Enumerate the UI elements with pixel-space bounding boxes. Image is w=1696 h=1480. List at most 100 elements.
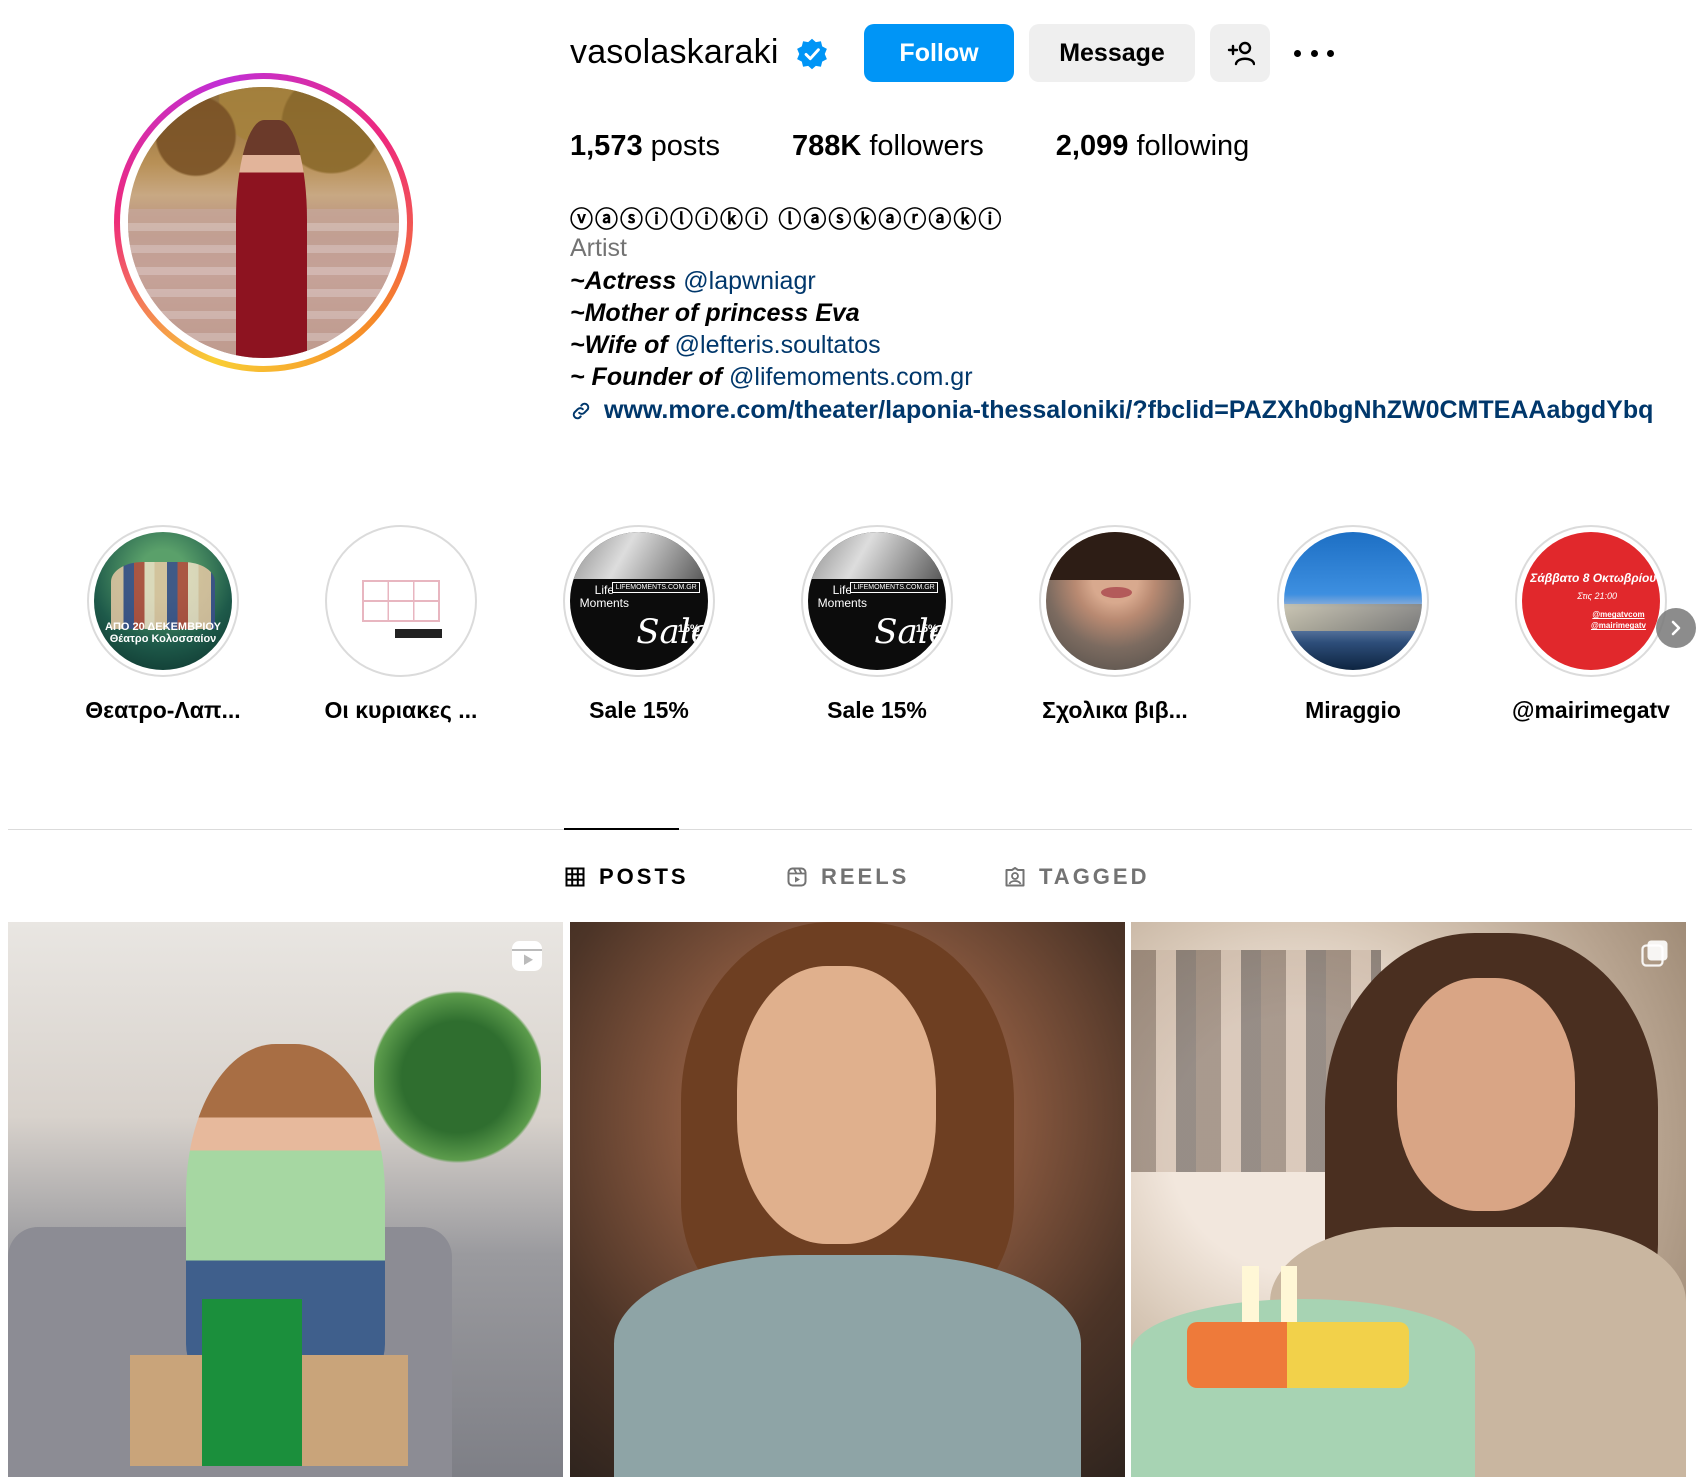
highlight-item[interactable]: Οι κυριακες ... — [301, 525, 501, 724]
post-candle — [1242, 1266, 1259, 1322]
highlight-ring — [1277, 525, 1429, 677]
bio-mention-link[interactable]: @lapwniagr — [683, 267, 815, 295]
highlight-ring — [1039, 525, 1191, 677]
more-dot — [1294, 49, 1301, 57]
carousel-indicator-icon — [1641, 940, 1668, 967]
post-thumbnail[interactable] — [8, 922, 563, 1477]
highlight-cover-text: ΑΠΟ 20 ΔΕΚΕΜΒΡΙΟΥ Θέατρο Κολοσσαίον — [105, 621, 221, 646]
highlight-cover: Life Moments LIFEMOMENTS.COM.GR Sale 15% — [808, 532, 946, 670]
highlight-cover-shore — [1284, 603, 1422, 632]
bio-line: ~Wife of @lefteris.soultatos — [570, 329, 973, 361]
tab-tagged-label: TAGGED — [1039, 864, 1150, 889]
active-tab-indicator — [564, 828, 679, 830]
highlight-cover-handles: @megatvcom @mairimegatv — [1591, 610, 1646, 631]
bio-text: ~Wife of — [570, 331, 668, 359]
highlight-cover: ΑΠΟ 20 ΔΕΚΕΜΒΡΙΟΥ Θέατρο Κολοσσαίον — [94, 532, 232, 670]
add-person-icon — [1227, 41, 1255, 66]
bio-text: ~ Founder of — [570, 363, 723, 391]
post-thumbnail[interactable] — [570, 922, 1125, 1477]
website-url: www.more.com/theater/laponia-thessalonik… — [604, 396, 1654, 424]
highlight-label: Σχολικα βιβ... — [1042, 697, 1188, 723]
profile-bio: ~Actress @lapwniagr ~Mother of princess … — [570, 265, 973, 393]
highlight-cover — [1046, 532, 1184, 670]
post-thumbnail[interactable] — [1131, 922, 1686, 1477]
tab-posts-label: POSTS — [599, 864, 689, 889]
tab-reels-label: REELS — [821, 864, 910, 889]
following-count: 2,099 — [1055, 130, 1129, 162]
highlight-cover-grid — [362, 580, 440, 622]
highlight-cover — [332, 532, 470, 670]
stat-posts: 1,573 posts — [570, 130, 720, 163]
suggest-accounts-button[interactable] — [1210, 24, 1270, 82]
highlight-ring: Life Moments LIFEMOMENTS.COM.GR Sale 15% — [801, 525, 953, 677]
followers-label: followers — [869, 130, 984, 162]
highlight-ring — [325, 525, 477, 677]
follow-button[interactable]: Follow — [864, 24, 1014, 82]
highlight-cover-photo — [808, 532, 946, 579]
post-cake-characters — [1186, 1321, 1409, 1389]
bio-mention-link[interactable]: @lifemoments.com.gr — [729, 363, 973, 391]
highlight-item[interactable]: Miraggio — [1253, 525, 1453, 724]
more-options-icon[interactable] — [1294, 38, 1334, 68]
profile-category: Artist — [570, 234, 627, 262]
stat-following[interactable]: 2,099 following — [1056, 130, 1249, 163]
tab-posts[interactable]: POSTS — [565, 864, 689, 890]
post-body — [614, 1255, 1081, 1477]
story-highlights: ΑΠΟ 20 ΔΕΚΕΜΒΡΙΟΥ Θέατρο Κολοσσαίον Θεατ… — [0, 525, 1696, 735]
highlight-cover: Life Moments LIFEMOMENTS.COM.GR Sale 15% — [570, 532, 708, 670]
highlight-cover-hair — [1046, 532, 1184, 581]
profile-username: vasolaskaraki — [570, 33, 779, 71]
tab-reels[interactable]: REELS — [787, 864, 909, 890]
posts-count: 1,573 — [570, 130, 643, 162]
post-plant — [374, 966, 541, 1189]
verified-badge-icon — [797, 38, 827, 70]
chevron-right-icon — [1671, 620, 1681, 636]
highlight-item[interactable]: ΑΠΟ 20 ΔΕΚΕΜΒΡΙΟΥ Θέατρο Κολοσσαίον Θεατ… — [63, 525, 263, 724]
highlight-cover-people — [110, 562, 216, 629]
following-label: following — [1136, 130, 1250, 162]
avatar-inner — [120, 79, 407, 366]
highlight-cover-url: LIFEMOMENTS.COM.GR — [850, 581, 938, 593]
message-button[interactable]: Message — [1029, 24, 1195, 82]
profile-avatar-story-ring[interactable] — [114, 73, 413, 372]
bio-text: ~Actress — [570, 267, 677, 295]
profile-stats: 1,573 posts 788K followers 2,099 followi… — [570, 130, 1249, 163]
profile-full-name: ⓥⓐⓢⓘⓛⓘⓚⓘ ⓛⓐⓢⓚⓐⓡⓐⓚⓘ — [570, 206, 1004, 232]
post-face — [1397, 977, 1575, 1211]
profile-website-link[interactable]: www.more.com/theater/laponia-thessalonik… — [570, 396, 1653, 425]
followers-count: 788K — [791, 130, 862, 162]
bio-text: ~Mother of princess Eva — [570, 299, 860, 327]
highlight-label: Θεατρο-Λαπ... — [85, 697, 241, 723]
bio-line: ~ Founder of @lifemoments.com.gr — [570, 361, 973, 393]
profile-avatar — [128, 87, 399, 358]
highlight-item[interactable]: Life Moments LIFEMOMENTS.COM.GR Sale 15%… — [539, 525, 739, 724]
highlight-label: Sale 15% — [589, 697, 689, 723]
highlight-cover: Σάββατο 8 Οκτωβρίου Στις 21:00 @megatvco… — [1522, 532, 1660, 670]
highlight-cover-tag — [395, 628, 443, 639]
highlight-cover — [1284, 532, 1422, 670]
posts-label: posts — [650, 130, 720, 162]
highlight-item[interactable]: Life Moments LIFEMOMENTS.COM.GR Sale 15%… — [777, 525, 977, 724]
tabs-divider — [8, 829, 1692, 830]
stat-followers[interactable]: 788K followers — [792, 130, 984, 163]
link-icon — [572, 402, 590, 419]
highlight-cover-date: Σάββατο 8 Οκτωβρίου — [1530, 570, 1657, 585]
tab-tagged[interactable]: TAGGED — [1005, 864, 1149, 890]
highlight-item[interactable]: Σχολικα βιβ... — [1015, 525, 1215, 724]
tagged-icon — [1005, 867, 1025, 887]
highlight-label: Miraggio — [1305, 697, 1401, 723]
post-face — [736, 966, 937, 1244]
highlight-cover-lips — [1101, 587, 1132, 599]
highlights-next-button[interactable] — [1656, 608, 1696, 648]
highlight-ring: Σάββατο 8 Οκτωβρίου Στις 21:00 @megatvco… — [1515, 525, 1667, 677]
more-dot — [1327, 49, 1334, 57]
avatar-figure — [236, 119, 307, 358]
highlight-label: Sale 15% — [827, 697, 927, 723]
grid-icon — [565, 867, 585, 887]
reel-indicator-icon — [512, 941, 542, 971]
post-box-band — [202, 1299, 303, 1466]
highlight-cover-url: LIFEMOMENTS.COM.GR — [612, 581, 700, 593]
reels-icon — [787, 867, 807, 887]
highlight-cover-photo — [570, 532, 708, 579]
bio-mention-link[interactable]: @lefteris.soultatos — [675, 331, 881, 359]
